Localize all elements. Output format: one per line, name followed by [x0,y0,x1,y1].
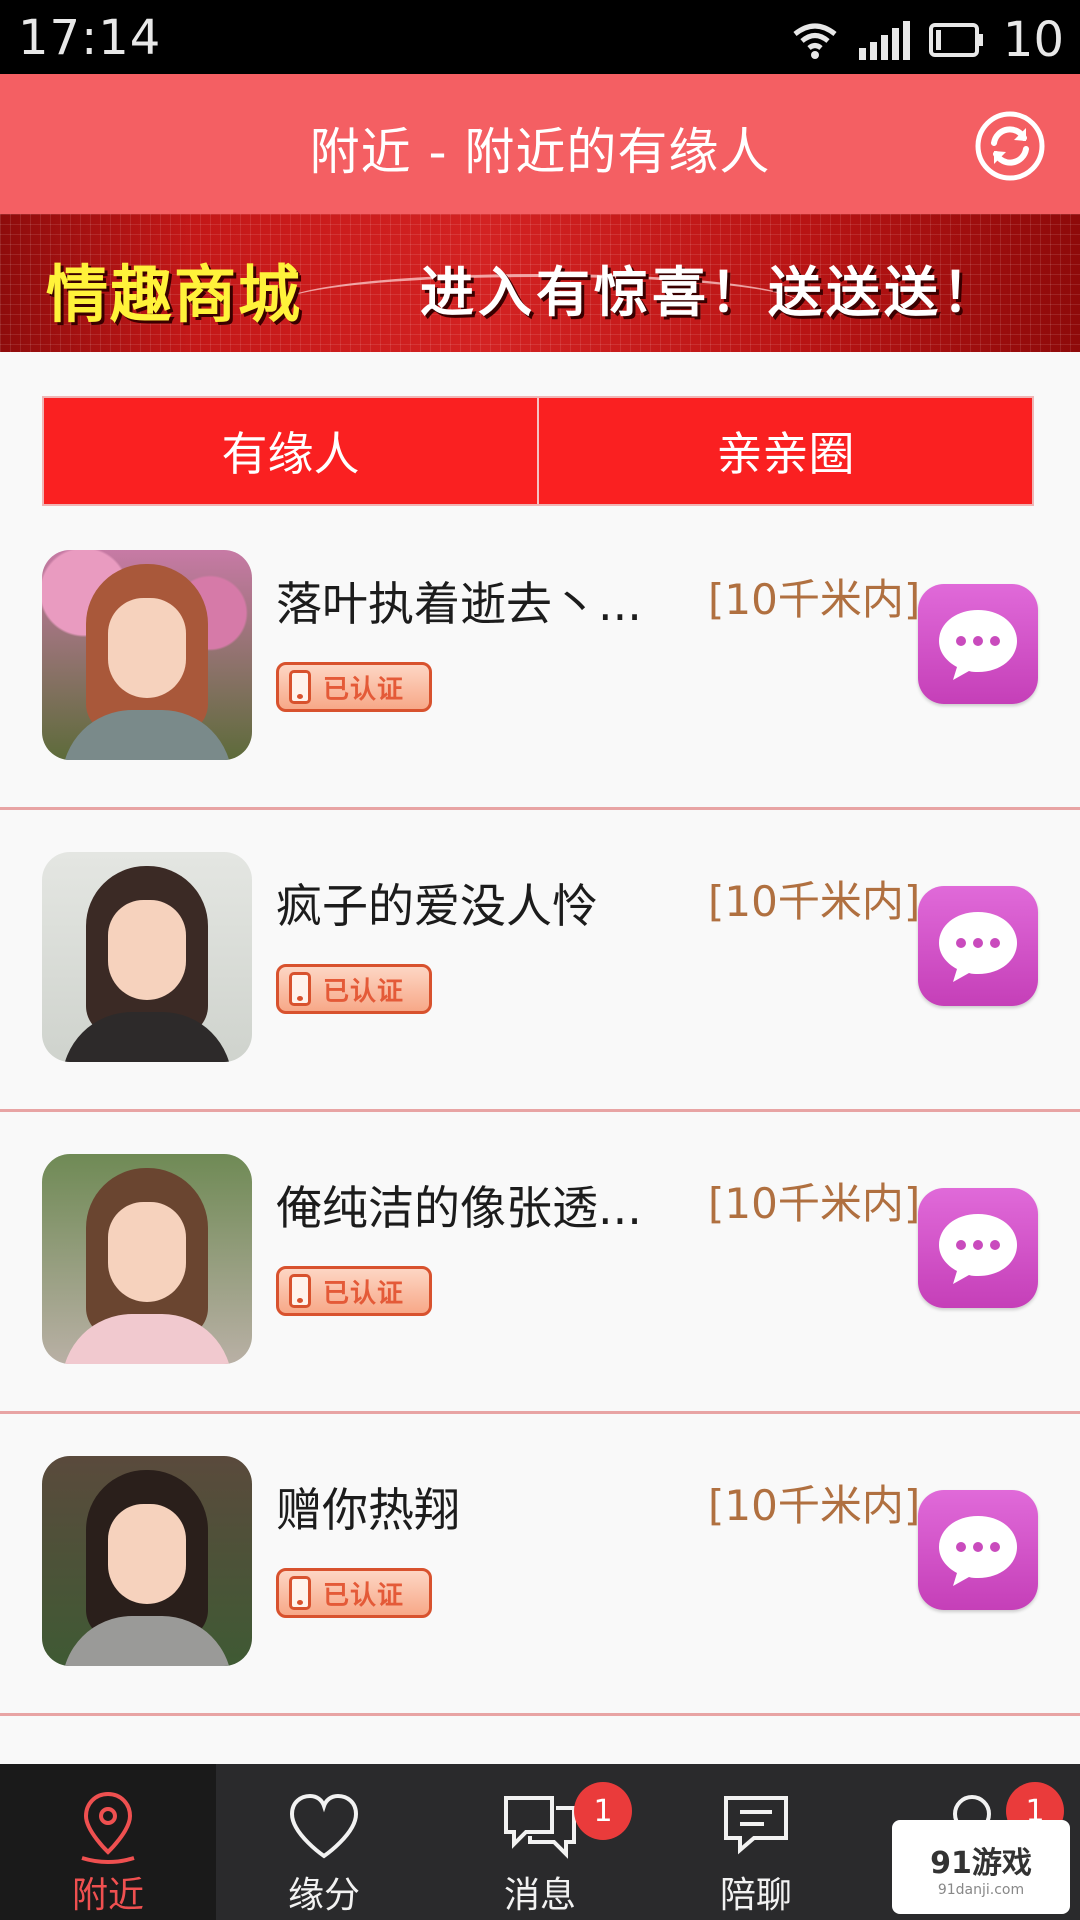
nearby-user-list: 落叶执着逝去丶... [10千米内] 已认证 疯子的爱没人怜 [10千米内] 已… [0,508,1080,1716]
verified-label: 已认证 [323,674,405,705]
verified-badge: 已认证 [276,964,432,1014]
battery-icon [928,23,983,57]
nav-label: 陪聊 [719,1875,792,1916]
app-header: 附近 - 附近的有缘人 [0,74,1080,214]
list-item[interactable]: 落叶执着逝去丶... [10千米内] 已认证 [0,508,1080,810]
message-bubbles-icon [504,1796,576,1859]
signal-icon [858,21,910,60]
user-distance: [10千米内] [708,1481,921,1530]
nav-label: 缘分 [287,1875,360,1916]
promo-banner[interactable]: 情趣商城 进入有惊喜！送送送！ [0,214,1080,352]
verified-label: 已认证 [323,1580,405,1611]
chat-bubble-icon [939,1516,1017,1586]
chat-lines-icon [724,1796,788,1855]
page-title: 附近 - 附近的有缘人 [309,123,771,181]
watermark-logo-text: 91游戏 [930,1846,1032,1881]
chat-bubble-icon [939,610,1017,680]
user-distance: [10千米内] [708,877,921,926]
chat-button[interactable] [918,1490,1038,1610]
chat-bubble-icon [939,912,1017,982]
user-name: 赠你热翔 [276,1483,460,1537]
list-item[interactable]: 赠你热翔 [10千米内] 已认证 [0,1414,1080,1716]
chat-button[interactable] [918,584,1038,704]
tab-kiss-circle[interactable]: 亲亲圈 [537,398,1032,504]
user-name: 俺纯洁的像张透... [276,1181,642,1235]
messages-badge: 1 [574,1782,632,1840]
tab-fate-people[interactable]: 有缘人 [44,398,537,504]
user-name: 落叶执着逝去丶... [276,577,642,631]
segment-tabs: 有缘人 亲亲圈 [42,396,1034,506]
list-item[interactable]: 疯子的爱没人怜 [10千米内] 已认证 [0,810,1080,1112]
watermark-url: 91danji.com [937,1882,1025,1898]
heart-icon [289,1793,359,1859]
user-distance: [10千米内] [708,1179,921,1228]
avatar[interactable] [42,550,252,760]
refresh-icon[interactable] [974,110,1046,182]
avatar[interactable] [42,1456,252,1666]
chat-button[interactable] [918,886,1038,1006]
avatar[interactable] [42,852,252,1062]
banner-shop-text: 情趣商城 [46,258,303,331]
battery-level: 10 [1002,12,1064,68]
nav-item-fate[interactable]: 缘分 [216,1764,432,1920]
app-screen: 17:14 10 附近 - 附近的有缘人 情趣商城 进入有惊喜！送送送！ 有缘人… [0,0,1080,1920]
status-icons: 10 [791,12,1064,68]
verified-label: 已认证 [323,1278,405,1309]
site-watermark: 91游戏 91danji.com [892,1820,1070,1914]
user-distance: [10千米内] [708,575,921,624]
user-name: 疯子的爱没人怜 [276,879,598,933]
phone-icon [289,972,311,1006]
nav-item-companion[interactable]: 陪聊 [648,1764,864,1920]
chat-bubble-icon [939,1214,1017,1284]
phone-icon [289,1274,311,1308]
status-bar: 17:14 10 [0,0,1080,74]
phone-icon [289,670,311,704]
location-pin-icon [81,1791,135,1864]
nav-label: 消息 [503,1875,576,1916]
avatar[interactable] [42,1154,252,1364]
list-item[interactable]: 俺纯洁的像张透... [10千米内] 已认证 [0,1112,1080,1414]
nav-item-nearby[interactable]: 附近 [0,1764,216,1920]
phone-icon [289,1576,311,1610]
chat-button[interactable] [918,1188,1038,1308]
verified-badge: 已认证 [276,1266,432,1316]
nav-item-messages[interactable]: 1 消息 [432,1764,648,1920]
verified-label: 已认证 [323,976,405,1007]
verified-badge: 已认证 [276,1568,432,1618]
status-time: 17:14 [18,10,162,66]
verified-badge: 已认证 [276,662,432,712]
nav-label: 附近 [71,1875,144,1916]
banner-promo-text: 进入有惊喜！送送送！ [420,261,1000,324]
wifi-icon [793,23,837,59]
